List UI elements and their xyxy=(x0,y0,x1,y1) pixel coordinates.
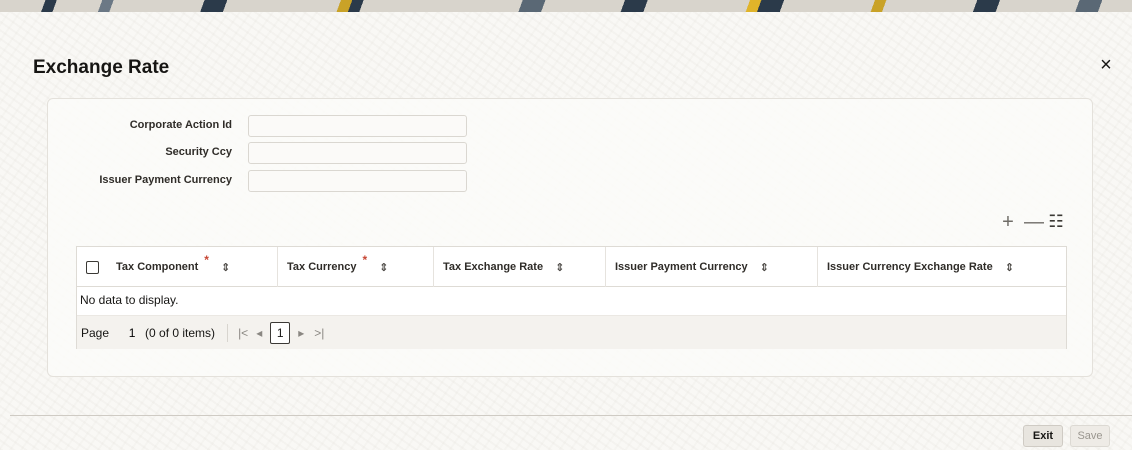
plus-icon[interactable]: + xyxy=(1000,212,1016,232)
sort-icon[interactable]: ⇕ xyxy=(1005,261,1014,274)
first-page-icon[interactable]: |< xyxy=(238,326,248,340)
corporate-action-id-input[interactable] xyxy=(248,115,467,137)
column-label: Tax Exchange Rate xyxy=(443,261,544,273)
required-marker: * xyxy=(204,253,209,267)
pagination-bar: Page (0 of 0 items) |< ◂ 1 ▸ >| xyxy=(77,315,1066,349)
header-banner xyxy=(0,0,1132,12)
column-header-tax-exchange-rate[interactable]: Tax Exchange Rate ⇕ xyxy=(433,247,605,287)
sort-icon[interactable]: ⇕ xyxy=(555,261,564,274)
issuer-payment-currency-input[interactable] xyxy=(248,170,467,192)
page-label: Page xyxy=(81,325,110,340)
select-all-cell xyxy=(77,247,107,287)
column-header-issuer-payment-currency[interactable]: Issuer Payment Currency ⇕ xyxy=(605,247,817,287)
field-issuer-payment-currency: Issuer Payment Currency xyxy=(0,170,480,192)
last-page-icon[interactable]: >| xyxy=(314,326,324,340)
exchange-rate-table: Tax Component * ⇕ Tax Currency * ⇕ Tax E… xyxy=(76,246,1067,349)
field-corporate-action-id: Corporate Action Id xyxy=(0,115,480,137)
minus-icon[interactable]: — xyxy=(1024,212,1044,232)
field-label: Corporate Action Id xyxy=(129,119,232,131)
select-all-checkbox[interactable] xyxy=(85,260,99,274)
close-icon[interactable]: × xyxy=(1096,54,1116,76)
column-header-issuer-currency-exchange-rate[interactable]: Issuer Currency Exchange Rate ⇕ xyxy=(817,247,1066,287)
sort-icon[interactable]: ⇕ xyxy=(221,261,230,274)
column-label: Issuer Currency Exchange Rate xyxy=(827,261,993,273)
column-label: Tax Component xyxy=(116,261,199,273)
column-header-tax-currency[interactable]: Tax Currency * ⇕ xyxy=(277,247,433,287)
required-marker: * xyxy=(362,253,368,267)
empty-message: No data to display. xyxy=(80,293,179,307)
page-number-input[interactable] xyxy=(121,321,144,344)
column-label: Issuer Payment Currency xyxy=(615,261,748,273)
next-page-icon[interactable]: ▸ xyxy=(298,326,304,340)
footer-divider xyxy=(10,415,1132,416)
field-label: Issuer Payment Currency xyxy=(99,174,232,186)
previous-page-icon[interactable]: ◂ xyxy=(256,326,262,340)
sort-icon[interactable]: ⇕ xyxy=(379,261,388,274)
field-security-ccy: Security Ccy xyxy=(0,142,480,164)
column-header-tax-component[interactable]: Tax Component * ⇕ xyxy=(107,247,277,287)
security-ccy-input[interactable] xyxy=(248,142,467,164)
column-label: Tax Currency xyxy=(287,261,357,273)
page-title: Exchange Rate xyxy=(33,57,170,78)
current-page-button[interactable]: 1 xyxy=(270,321,291,344)
pager-divider xyxy=(227,323,229,342)
exit-button[interactable]: Exit xyxy=(1023,425,1063,447)
save-button[interactable]: Save xyxy=(1070,425,1110,447)
table-header: Tax Component * ⇕ Tax Currency * ⇕ Tax E… xyxy=(77,247,1066,287)
sort-icon[interactable]: ⇕ xyxy=(760,261,769,274)
grid-toolbar: + — ☷ xyxy=(1000,211,1064,233)
field-label: Security Ccy xyxy=(165,146,232,158)
list-view-icon[interactable]: ☷ xyxy=(1048,212,1064,232)
item-count: (0 of 0 items) xyxy=(145,325,216,340)
